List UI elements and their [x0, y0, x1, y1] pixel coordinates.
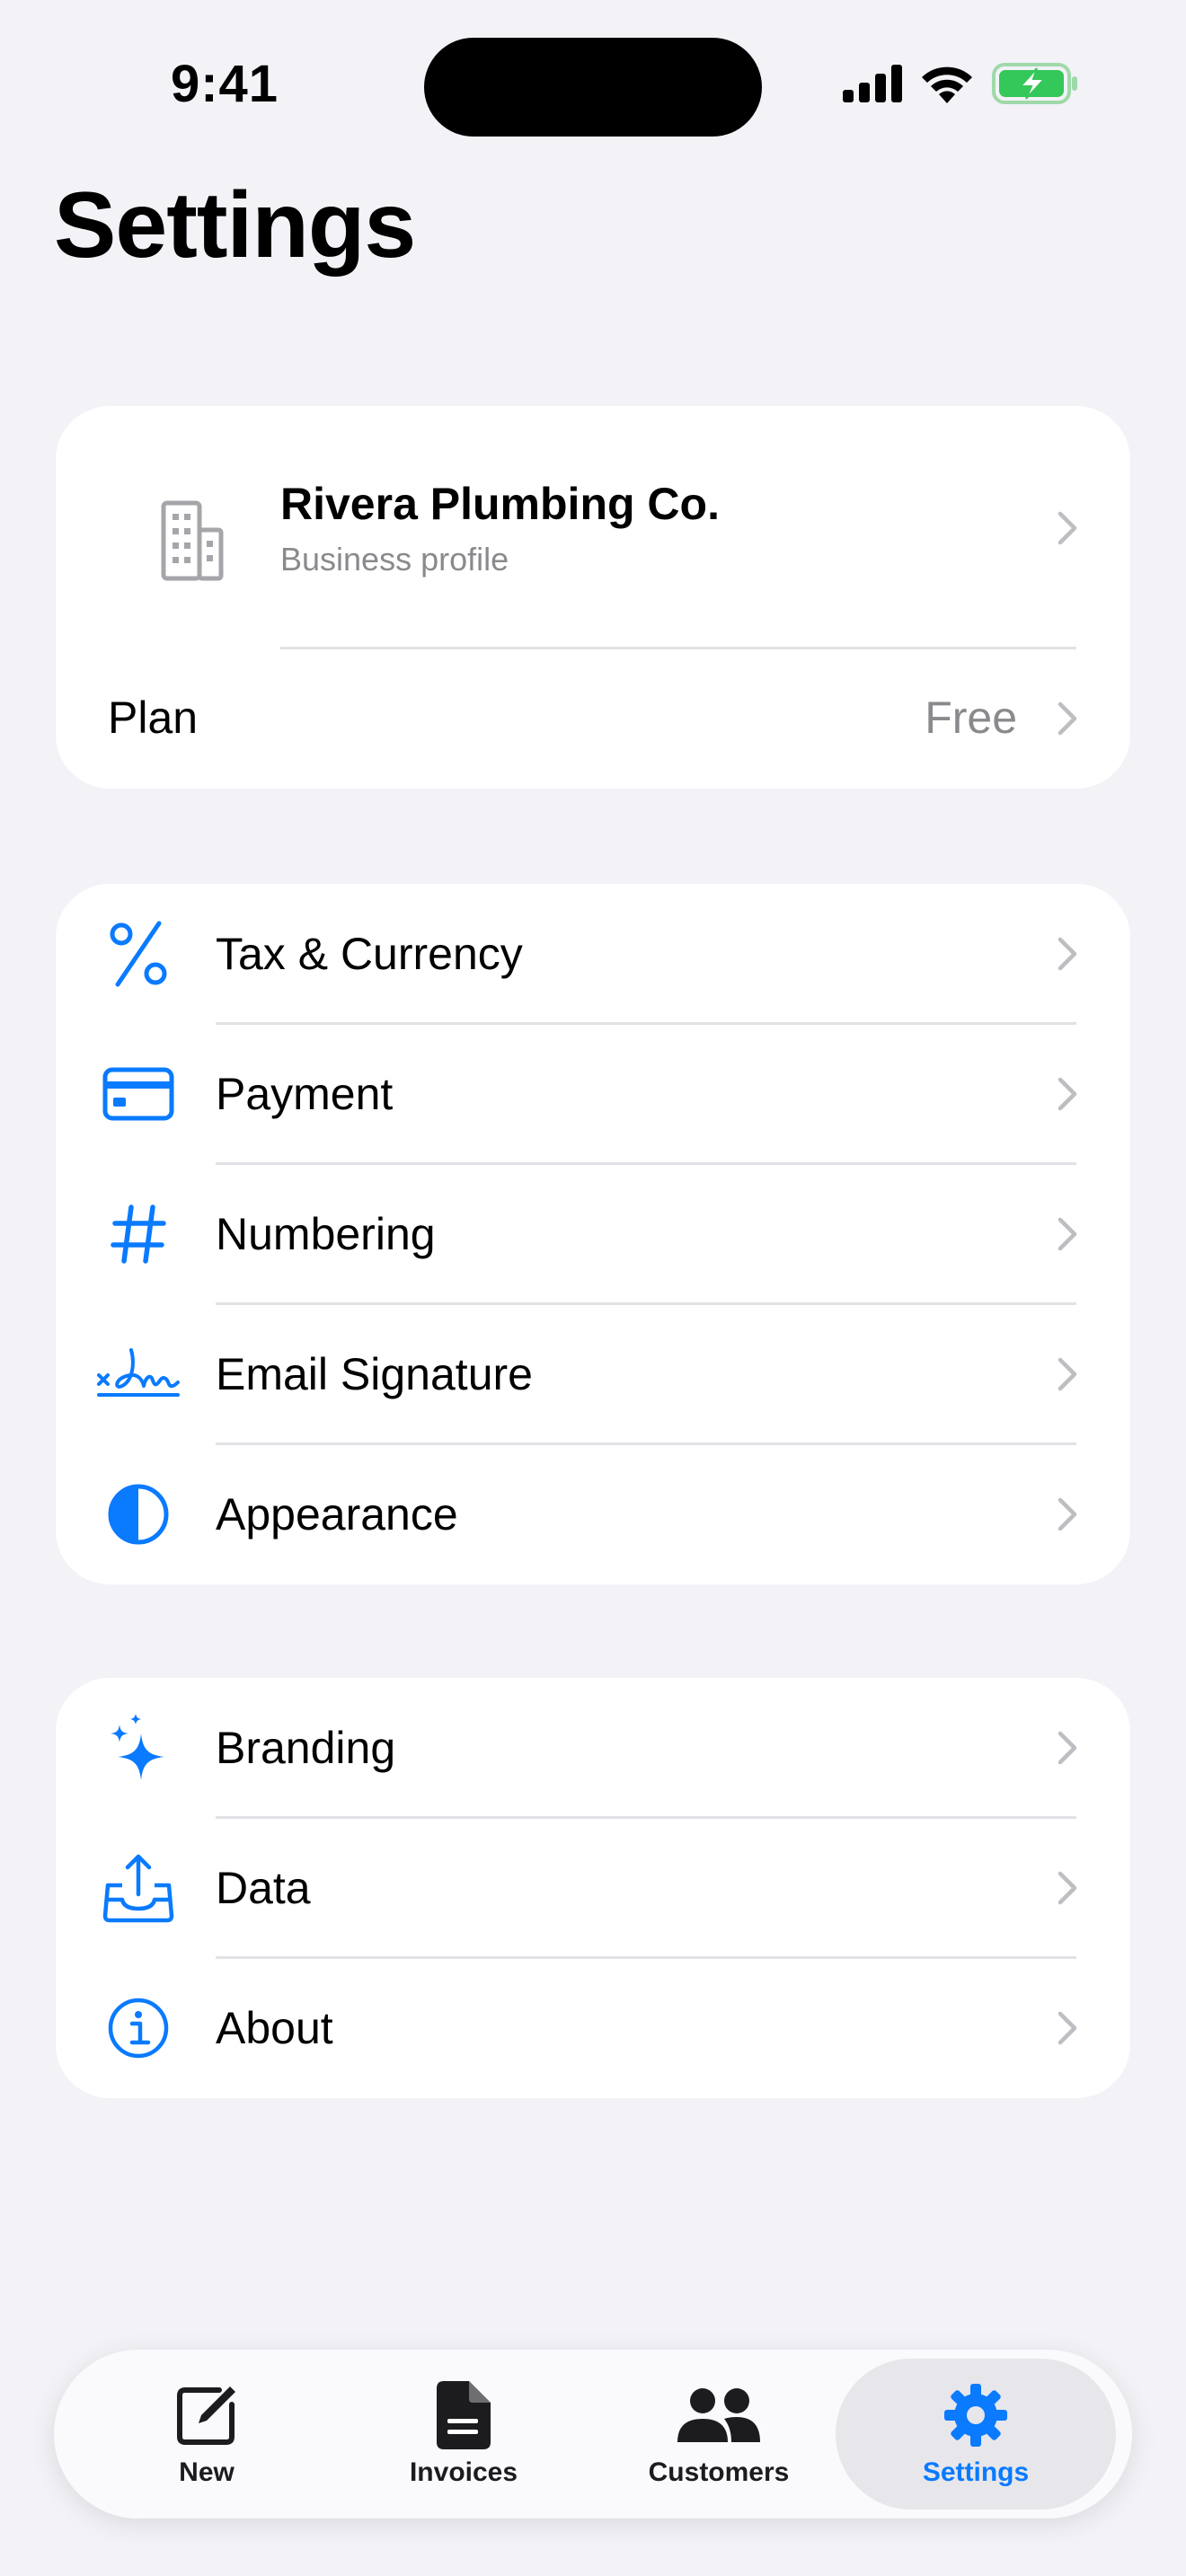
business-profile-row[interactable]: Rivera Plumbing Co. Business profile: [56, 406, 1130, 648]
tax-currency-row[interactable]: Tax & Currency: [56, 884, 1130, 1024]
email-signature-row[interactable]: Email Signature: [56, 1304, 1130, 1444]
chevron-right-icon: [1058, 1871, 1077, 1905]
chevron-right-icon: [1058, 1217, 1077, 1251]
status-time: 9:41: [170, 55, 279, 113]
chevron-right-icon: [1058, 701, 1077, 736]
branding-row[interactable]: Branding: [56, 1678, 1130, 1818]
row-label: About: [216, 2003, 333, 2053]
row-label: Appearance: [216, 1489, 458, 1539]
about-row[interactable]: About: [56, 1958, 1130, 2098]
row-label: Branding: [216, 1723, 396, 1773]
info-icon: [102, 1994, 174, 2062]
settings-group-primary: Tax & Currency Payment Numbering Email S…: [56, 884, 1130, 1584]
signature-icon: [95, 1340, 181, 1408]
appearance-icon: [102, 1480, 174, 1548]
appearance-row[interactable]: Appearance: [56, 1444, 1130, 1584]
tab-settings[interactable]: Settings: [836, 2350, 1116, 2519]
numbering-row[interactable]: Numbering: [56, 1164, 1130, 1304]
chevron-right-icon: [1058, 1077, 1077, 1111]
row-label: Payment: [216, 1069, 394, 1119]
tab-label: Invoices: [409, 2457, 518, 2487]
chevron-right-icon: [1058, 1357, 1077, 1391]
tab-label: Customers: [648, 2457, 790, 2487]
tab-invoices[interactable]: Invoices: [329, 2350, 598, 2519]
chevron-right-icon: [1058, 2011, 1077, 2045]
tab-customers[interactable]: Customers: [584, 2350, 854, 2519]
gear-icon: [940, 2382, 1012, 2448]
building-icon: [161, 500, 224, 581]
page-title: Settings: [54, 173, 416, 278]
tab-new[interactable]: New: [72, 2350, 341, 2519]
tab-label: New: [179, 2457, 235, 2487]
settings-group-secondary: Branding Data About: [56, 1678, 1130, 2098]
row-label: Numbering: [216, 1209, 436, 1259]
chevron-right-icon: [1058, 1731, 1077, 1765]
business-name: Rivera Plumbing Co.: [280, 479, 720, 529]
business-card: Rivera Plumbing Co. Business profile Pla…: [56, 406, 1130, 789]
chevron-right-icon: [1058, 937, 1077, 971]
tab-label: Settings: [922, 2457, 1030, 2487]
credit-card-icon: [102, 1060, 174, 1128]
sparkles-icon: [102, 1714, 174, 1782]
cellular-signal-icon: [843, 65, 902, 102]
plan-value: Free: [925, 693, 1017, 743]
number-sign-icon: [102, 1200, 174, 1268]
plan-row[interactable]: Plan Free: [56, 648, 1130, 789]
document-icon: [428, 2381, 500, 2449]
wifi-icon: [922, 66, 972, 103]
people-icon: [674, 2382, 764, 2448]
dynamic-island: [424, 38, 762, 137]
business-subtitle: Business profile: [280, 541, 509, 578]
compose-icon: [171, 2382, 243, 2448]
chevron-right-icon: [1058, 511, 1077, 545]
plan-label: Plan: [108, 693, 199, 743]
chevron-right-icon: [1058, 1497, 1077, 1531]
tray-upload-icon: [102, 1854, 174, 1923]
tab-bar: New Invoices Customers Settings: [54, 2350, 1132, 2519]
row-label: Email Signature: [216, 1349, 533, 1399]
row-label: Tax & Currency: [216, 929, 523, 979]
battery-charging-icon: [992, 63, 1077, 104]
status-icons: [843, 63, 1078, 104]
payment-row[interactable]: Payment: [56, 1024, 1130, 1164]
data-row[interactable]: Data: [56, 1818, 1130, 1958]
row-label: Data: [216, 1863, 311, 1913]
percent-icon: [102, 920, 174, 988]
